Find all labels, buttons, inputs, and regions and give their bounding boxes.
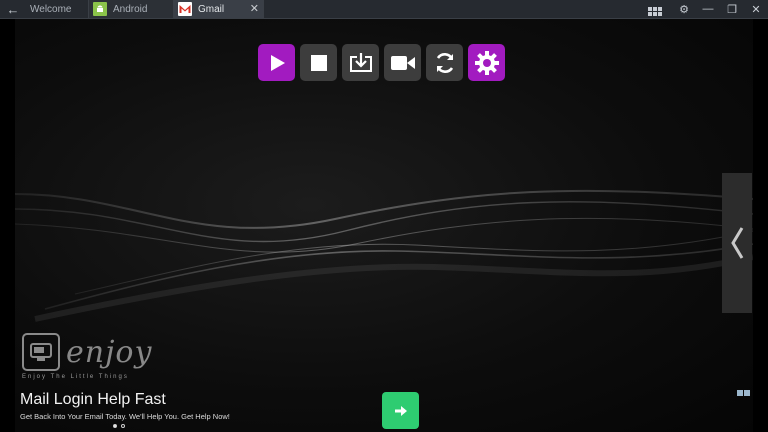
left-strip: [0, 19, 15, 432]
next-button[interactable]: [382, 392, 419, 429]
refresh-button[interactable]: [426, 44, 463, 81]
logo-tagline: Enjoy The Little Things: [22, 374, 129, 380]
restore-button[interactable]: ❐: [720, 3, 744, 16]
chevron-left-icon: [731, 227, 744, 259]
promo-subline: Get Back Into Your Email Today. We'll He…: [20, 412, 230, 421]
page-dot-active[interactable]: [113, 424, 117, 428]
gear-icon: ⚙: [679, 3, 689, 16]
enjoy-logo: enjoy: [22, 333, 152, 371]
settings-window-button[interactable]: ⚙: [672, 3, 696, 16]
monitor-logo-icon: [22, 333, 60, 371]
tab-gmail[interactable]: Gmail ✕: [174, 0, 264, 18]
tab-android[interactable]: Android: [89, 0, 174, 18]
play-icon: [270, 54, 285, 71]
video-camera-icon: [390, 55, 415, 70]
arrow-right-icon: [394, 405, 407, 416]
close-icon: ✕: [751, 3, 761, 16]
download-button[interactable]: [342, 44, 379, 81]
record-button[interactable]: [384, 44, 421, 81]
media-toolbar: [258, 44, 505, 81]
keyboard-icon: [648, 7, 672, 16]
logo-wordmark: enjoy: [66, 334, 153, 370]
page-dot[interactable]: [121, 424, 125, 428]
tab-label: Welcome: [30, 3, 72, 15]
close-tab-icon[interactable]: ✕: [250, 2, 259, 15]
keyboard-icon-part: [744, 390, 750, 396]
arrow-left-icon: ←: [6, 1, 20, 17]
title-bar: ← Welcome Android Gmail ✕ ⚙ — ❐ ✕: [0, 0, 768, 19]
back-button[interactable]: ←: [0, 0, 26, 18]
tab-welcome[interactable]: Welcome: [26, 0, 89, 18]
page-indicator: [113, 424, 125, 428]
tab-label: Gmail: [198, 3, 225, 15]
gear-icon: [474, 50, 499, 75]
minimize-icon: —: [702, 3, 714, 15]
promo-headline: Mail Login Help Fast: [20, 391, 166, 408]
close-window-button[interactable]: ✕: [744, 3, 768, 16]
refresh-icon: [436, 52, 453, 73]
keyboard-toggle[interactable]: [737, 390, 750, 396]
restore-icon: ❐: [727, 3, 737, 16]
keyboard-icon: [737, 390, 743, 396]
stop-icon: [310, 54, 327, 71]
emulator-stage: enjoy Enjoy The Little Things Mail Login…: [0, 19, 768, 432]
play-button[interactable]: [258, 44, 295, 81]
tab-label: Android: [113, 3, 148, 15]
settings-button[interactable]: [468, 44, 505, 81]
download-icon: [349, 52, 372, 72]
side-panel-toggle[interactable]: [722, 173, 752, 313]
stop-button[interactable]: [300, 44, 337, 81]
minimize-button[interactable]: —: [696, 3, 720, 15]
keymap-button[interactable]: [648, 2, 672, 16]
window-controls: ⚙ — ❐ ✕: [648, 0, 768, 18]
android-icon: [93, 2, 107, 16]
gmail-icon: [178, 2, 192, 16]
